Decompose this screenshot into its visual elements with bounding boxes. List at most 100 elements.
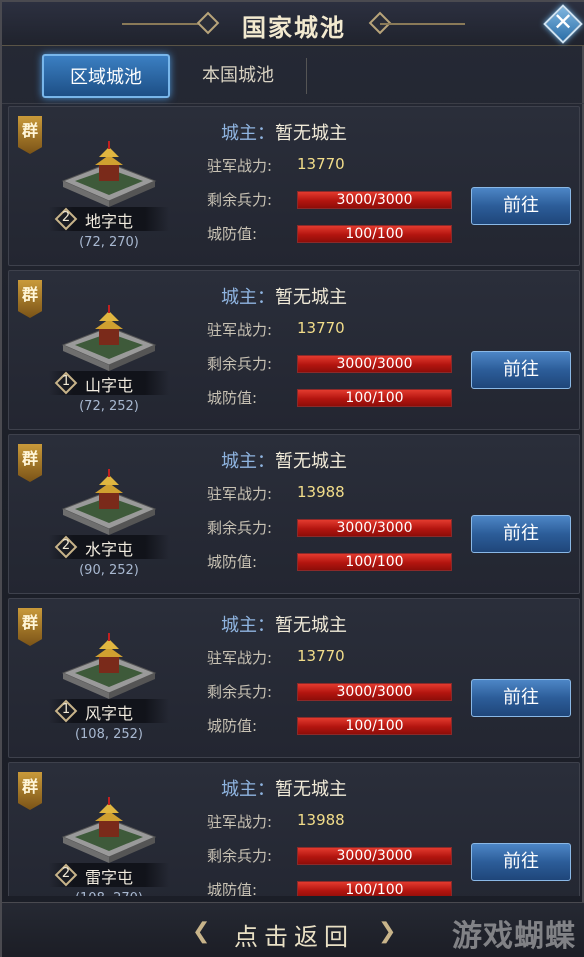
city-card: 群 1 山字屯 (72, 252) 城主：暂无城主 驻军战力: 13770 剩余… <box>8 270 580 430</box>
troops-bar: 3000/3000 <box>297 355 452 373</box>
faction-badge: 群 <box>18 116 42 154</box>
defense-bar: 100/100 <box>297 389 452 407</box>
garrison-power: 13770 <box>297 155 345 173</box>
city-owner: 城主：暂无城主 <box>221 119 347 145</box>
tab-national-cities[interactable]: 本国城池 <box>178 54 298 98</box>
troops-value: 3000/3000 <box>336 848 413 864</box>
city-name-plate: 1 风字屯 <box>49 699 169 723</box>
tab-regional-cities[interactable]: 区域城池 <box>42 54 170 98</box>
city-owner: 城主：暂无城主 <box>221 447 347 473</box>
power-label: 驻军战力: <box>207 485 273 503</box>
go-button[interactable]: 前往 <box>471 515 571 553</box>
city-name-plate: 2 地字屯 <box>49 207 169 231</box>
go-button[interactable]: 前往 <box>471 351 571 389</box>
power-label: 驻军战力: <box>207 813 273 831</box>
castle-icon <box>61 633 157 699</box>
city-level-badge: 2 <box>54 535 78 559</box>
owner-label: 城主： <box>221 287 275 308</box>
defense-value: 100/100 <box>345 882 404 896</box>
city-card: 群 2 水字屯 (90, 252) 城主：暂无城主 驻军战力: 13988 剩余… <box>8 434 580 594</box>
troops-value: 3000/3000 <box>336 356 413 372</box>
close-button[interactable]: ✕ <box>542 4 584 44</box>
defense-bar: 100/100 <box>297 225 452 243</box>
power-label: 驻军战力: <box>207 321 273 339</box>
troops-value: 3000/3000 <box>336 684 413 700</box>
city-name-plate: 2 水字屯 <box>49 535 169 559</box>
dialog-header: 国家城池 ✕ <box>2 2 584 46</box>
city-card: 群 1 风字屯 (108, 252) 城主：暂无城主 驻军战力: 13770 剩… <box>8 598 580 758</box>
faction-badge: 群 <box>18 280 42 318</box>
owner-label: 城主： <box>221 615 275 636</box>
defense-label: 城防值: <box>207 717 258 735</box>
footer-bar: ❮ 点击返回 ❯ 游戏蝴蝶 <box>2 902 584 957</box>
defense-label: 城防值: <box>207 389 258 407</box>
owner-label: 城主： <box>221 451 275 472</box>
city-coords: (90, 252) <box>79 563 139 578</box>
city-name: 风字屯 <box>85 704 134 723</box>
go-button[interactable]: 前往 <box>471 187 571 225</box>
city-level: 2 <box>61 210 71 225</box>
power-label: 驻军战力: <box>207 157 273 175</box>
owner-label: 城主： <box>221 123 275 144</box>
tab-divider <box>306 58 307 94</box>
city-level-badge: 2 <box>54 207 78 231</box>
troops-label: 剩余兵力: <box>207 683 273 701</box>
owner-value: 暂无城主 <box>275 451 347 472</box>
city-owner: 城主：暂无城主 <box>221 775 347 801</box>
owner-label: 城主： <box>221 779 275 800</box>
troops-bar: 3000/3000 <box>297 683 452 701</box>
defense-value: 100/100 <box>345 718 404 734</box>
owner-value: 暂无城主 <box>275 615 347 636</box>
city-level-badge: 2 <box>54 863 78 887</box>
owner-value: 暂无城主 <box>275 779 347 800</box>
garrison-power: 13988 <box>297 483 345 501</box>
defense-label: 城防值: <box>207 225 258 243</box>
garrison-power: 13988 <box>297 811 345 829</box>
garrison-power: 13770 <box>297 647 345 665</box>
city-level: 2 <box>61 866 71 881</box>
city-level: 1 <box>61 702 71 717</box>
city-name: 水字屯 <box>85 540 134 559</box>
castle-icon <box>61 797 157 863</box>
go-button[interactable]: 前往 <box>471 679 571 717</box>
castle-icon <box>61 141 157 207</box>
city-owner: 城主：暂无城主 <box>221 283 347 309</box>
city-coords: (108, 270) <box>49 891 169 896</box>
troops-bar: 3000/3000 <box>297 519 452 537</box>
tab-bar: 区域城池 本国城池 <box>2 48 584 104</box>
defense-bar: 100/100 <box>297 553 452 571</box>
chevron-right-icon: ❯ <box>378 919 397 944</box>
troops-bar: 3000/3000 <box>297 847 452 865</box>
go-button[interactable]: 前往 <box>471 843 571 881</box>
city-list[interactable]: 群 2 地字屯 (72, 270) 城主：暂无城主 驻军战力: 13770 剩余… <box>8 106 580 896</box>
city-card: 群 2 地字屯 (72, 270) 城主：暂无城主 驻军战力: 13770 剩余… <box>8 106 580 266</box>
defense-value: 100/100 <box>345 226 404 242</box>
city-name: 地字屯 <box>85 212 134 231</box>
city-owner: 城主：暂无城主 <box>221 611 347 637</box>
castle-icon <box>61 469 157 535</box>
troops-label: 剩余兵力: <box>207 355 273 373</box>
troops-label: 剩余兵力: <box>207 191 273 209</box>
city-coords: (108, 252) <box>74 727 144 742</box>
header-ornament-line-right <box>380 23 465 25</box>
city-level: 1 <box>61 374 71 389</box>
faction-badge: 群 <box>18 608 42 646</box>
faction-badge: 群 <box>18 444 42 482</box>
city-name-plate: 1 山字屯 <box>49 371 169 395</box>
defense-label: 城防值: <box>207 553 258 571</box>
city-name: 山字屯 <box>85 376 134 395</box>
owner-value: 暂无城主 <box>275 287 347 308</box>
defense-value: 100/100 <box>345 390 404 406</box>
city-coords: (72, 252) <box>79 399 139 414</box>
city-level: 2 <box>61 538 71 553</box>
defense-value: 100/100 <box>345 554 404 570</box>
garrison-power: 13770 <box>297 319 345 337</box>
city-name-plate: 2 雷字屯 <box>49 863 169 887</box>
city-level-badge: 1 <box>54 699 78 723</box>
city-coords: (72, 270) <box>79 235 139 250</box>
defense-bar: 100/100 <box>297 717 452 735</box>
dialog-frame: 国家城池 ✕ 区域城池 本国城池 群 2 地字屯 (72, 270) 城主：暂无… <box>0 0 584 957</box>
watermark-logo: 游戏蝴蝶 <box>452 919 576 954</box>
owner-value: 暂无城主 <box>275 123 347 144</box>
city-name: 雷字屯 <box>85 868 134 887</box>
